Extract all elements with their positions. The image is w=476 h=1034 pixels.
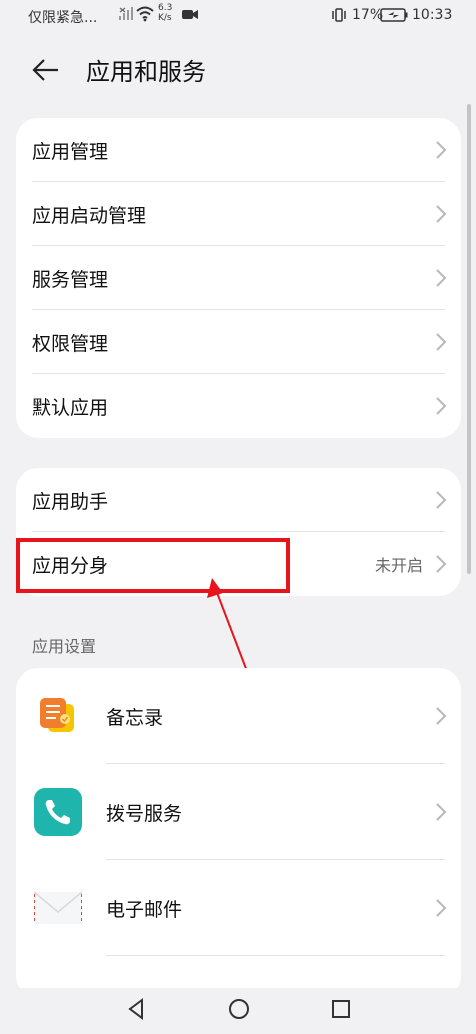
highlight-box	[16, 538, 290, 593]
clock: 10:33	[412, 7, 453, 23]
menu-item-label: 应用助手	[32, 490, 109, 513]
scrollbar[interactable]	[467, 104, 471, 574]
vibrate-icon	[332, 8, 346, 22]
menu-item-service-management[interactable]: 服务管理	[16, 246, 461, 310]
chevron-right-icon	[436, 141, 447, 159]
chevron-right-icon	[436, 899, 447, 917]
navigation-bar	[0, 988, 476, 1034]
nav-recent-icon[interactable]	[328, 996, 354, 1022]
settings-card-apps: 备忘录 拨号服务 电子邮件	[16, 668, 461, 998]
network-speed: 6.3 K/s	[158, 3, 173, 23]
app-item-label: 备忘录	[106, 706, 164, 729]
settings-card-general: 应用管理 应用启动管理 服务管理 权限管理 默认应用	[16, 118, 461, 438]
app-item-dialer[interactable]: 拨号服务	[16, 764, 461, 860]
battery-icon	[380, 8, 408, 22]
chevron-right-icon	[436, 269, 447, 287]
nav-back-icon[interactable]	[124, 996, 150, 1022]
menu-item-app-management[interactable]: 应用管理	[16, 118, 461, 182]
nav-home-icon[interactable]	[226, 996, 252, 1022]
menu-item-app-assistant[interactable]: 应用助手	[16, 468, 461, 532]
chevron-right-icon	[436, 803, 447, 821]
menu-item-label: 权限管理	[32, 332, 109, 355]
app-item-email[interactable]: 电子邮件	[16, 860, 461, 956]
menu-item-label: 应用启动管理	[32, 204, 147, 227]
menu-item-default-apps[interactable]: 默认应用	[16, 374, 461, 438]
signal-icon	[119, 7, 133, 20]
carrier-text: 仅限紧急...	[28, 10, 98, 26]
section-label-app-settings: 应用设置	[32, 637, 97, 656]
email-icon	[34, 891, 82, 924]
chevron-right-icon	[436, 333, 447, 351]
divider	[106, 955, 445, 956]
app-twin-status: 未开启	[374, 556, 423, 575]
phone-icon	[34, 788, 82, 836]
battery-percent: 17%	[352, 7, 384, 23]
camera-icon	[182, 10, 198, 19]
notes-icon	[40, 698, 74, 732]
menu-item-label: 默认应用	[32, 396, 109, 419]
chevron-right-icon	[436, 397, 447, 415]
status-bar: 仅限紧急... 6.3 K/s 17% 10:33	[0, 0, 476, 34]
chevron-right-icon	[436, 707, 447, 725]
chevron-right-icon	[436, 205, 447, 223]
chevron-right-icon	[436, 491, 447, 509]
app-item-label: 电子邮件	[106, 898, 183, 921]
menu-item-label: 应用管理	[32, 140, 109, 163]
menu-item-permissions[interactable]: 权限管理	[16, 310, 461, 374]
menu-item-label: 服务管理	[32, 268, 109, 291]
app-item-label: 拨号服务	[106, 802, 183, 825]
wifi-icon	[136, 6, 154, 22]
app-item-notes[interactable]: 备忘录	[16, 668, 461, 764]
menu-item-app-startup[interactable]: 应用启动管理	[16, 182, 461, 246]
page-title: 应用和服务	[86, 58, 206, 86]
chevron-right-icon	[436, 555, 447, 573]
back-arrow-icon[interactable]	[30, 54, 62, 86]
